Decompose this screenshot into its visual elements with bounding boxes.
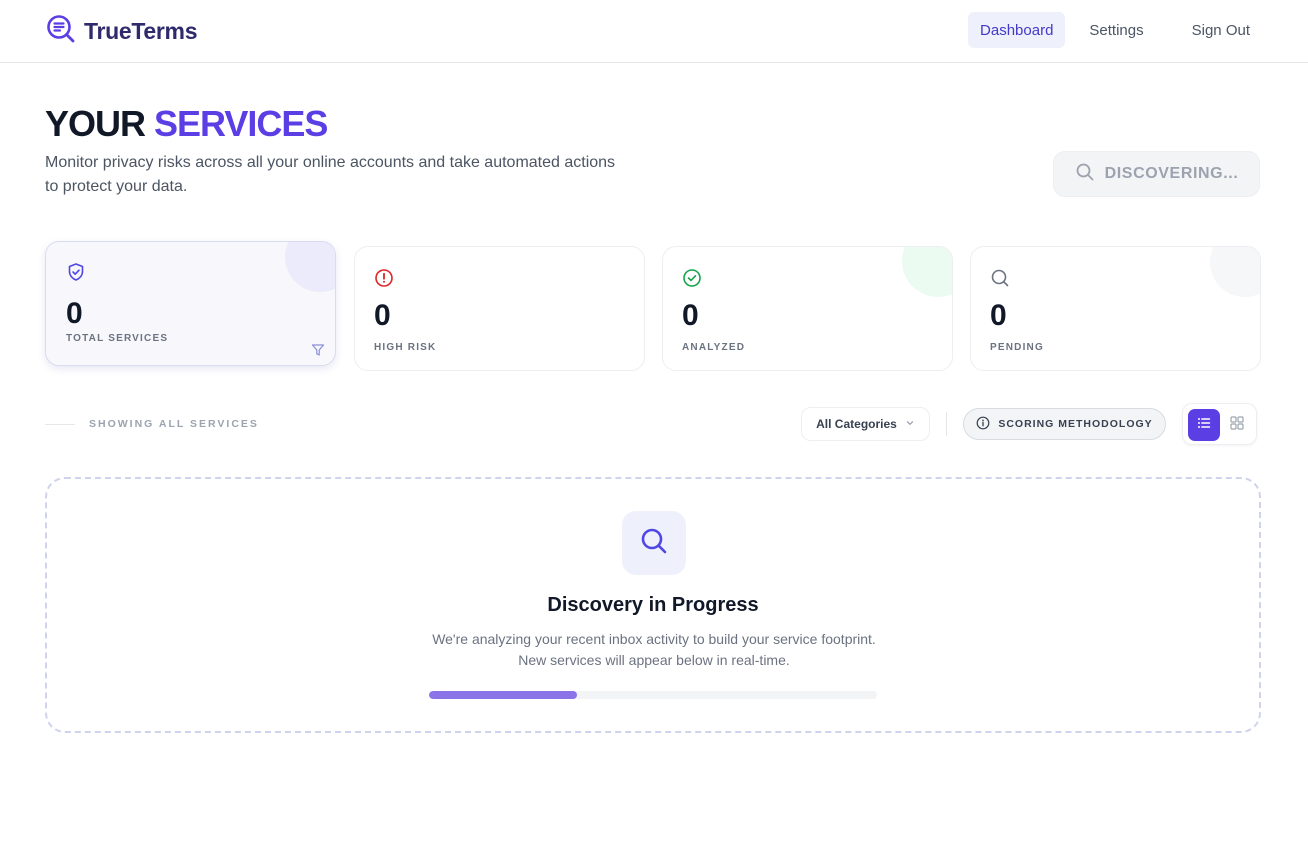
list-view-button[interactable]: [1188, 409, 1220, 441]
stat-value: 0: [374, 299, 391, 332]
stat-value: 0: [990, 299, 1007, 332]
discovery-progress-fill: [429, 691, 577, 699]
nav-sign-out[interactable]: Sign Out: [1180, 12, 1262, 48]
divider: [946, 412, 947, 436]
list-icon: [1196, 415, 1212, 436]
card-decoration: [902, 247, 952, 297]
top-navigation-bar: TrueTerms Dashboard Settings Sign Out: [0, 0, 1308, 63]
discovery-description: We're analyzing your recent inbox activi…: [432, 631, 876, 668]
discovery-icon-tile: [622, 511, 686, 575]
check-circle-icon: [682, 268, 702, 288]
stat-value: 0: [682, 299, 699, 332]
showing-label: SHOWING ALL SERVICES: [89, 418, 259, 430]
discover-button-label: DISCOVERING...: [1104, 165, 1239, 182]
stat-card-high-risk[interactable]: 0 HIGH RISK: [354, 246, 645, 371]
stat-value: 0: [66, 297, 83, 330]
card-decoration: [285, 242, 335, 292]
stat-card-total-services[interactable]: 0 TOTAL SERVICES: [45, 241, 336, 366]
search-icon: [639, 526, 669, 561]
scoring-methodology-label: SCORING METHODOLOGY: [998, 418, 1153, 430]
nav-settings[interactable]: Settings: [1077, 12, 1155, 48]
brand-search-icon: [46, 14, 76, 49]
page-title: YOUR SERVICES: [45, 103, 328, 145]
category-select-value: All Categories: [816, 417, 897, 431]
nav-dashboard[interactable]: Dashboard: [968, 12, 1066, 48]
search-icon: [1075, 162, 1095, 187]
stat-card-pending[interactable]: 0 PENDING: [970, 246, 1261, 371]
category-select[interactable]: All Categories: [801, 407, 930, 441]
grid-icon: [1229, 415, 1245, 436]
brand-name: TrueTerms: [84, 18, 198, 44]
stat-label: HIGH RISK: [374, 342, 437, 353]
discovery-progress-bar: [429, 691, 877, 699]
stat-card-analyzed[interactable]: 0 ANALYZED: [662, 246, 953, 371]
search-icon: [990, 268, 1010, 288]
filter-icon: [311, 343, 325, 357]
view-toggle: [1182, 403, 1257, 445]
stat-label: PENDING: [990, 342, 1044, 353]
grid-view-button[interactable]: [1221, 409, 1253, 441]
page-subtitle: Monitor privacy risks across all your on…: [45, 154, 616, 195]
page-title-dark: YOUR: [45, 103, 146, 144]
divider: [45, 424, 75, 425]
alert-circle-icon: [374, 268, 394, 288]
page-title-accent: SERVICES: [154, 103, 328, 144]
brand-logo[interactable]: TrueTerms: [46, 14, 198, 49]
discovery-title: Discovery in Progress: [547, 594, 759, 616]
discovery-panel: Discovery in Progress We're analyzing yo…: [45, 477, 1261, 733]
card-decoration: [1210, 247, 1260, 297]
stat-label: ANALYZED: [682, 342, 746, 353]
main-nav: Dashboard Settings Sign Out: [968, 12, 1262, 48]
scoring-methodology-button[interactable]: SCORING METHODOLOGY: [963, 408, 1166, 440]
chevron-down-icon: [905, 417, 915, 431]
info-icon: [976, 416, 990, 433]
discover-button[interactable]: DISCOVERING...: [1053, 151, 1260, 197]
shield-check-icon: [66, 262, 86, 282]
stat-label: TOTAL SERVICES: [66, 333, 169, 344]
